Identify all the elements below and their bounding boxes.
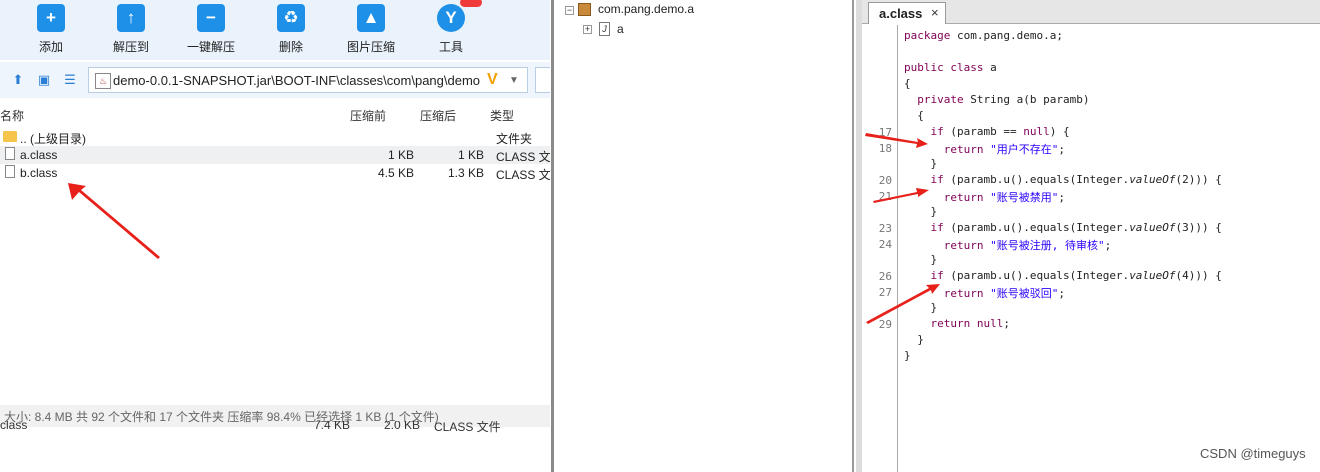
code-line: }: [904, 301, 938, 314]
jar-file-icon: ♨: [95, 73, 111, 89]
package-tree: − com.pang.demo.a + J a: [551, 0, 854, 472]
code-line: return "用户不存在";: [943, 143, 1065, 156]
up-arrow-icon[interactable]: ⬆: [10, 72, 26, 88]
delete-button[interactable]: ♻ 删除: [256, 2, 326, 58]
file-row-a-class[interactable]: a.class 1 KB 1 KB CLASS 文件: [0, 146, 563, 164]
tools-button[interactable]: Y 工具: [416, 0, 486, 58]
source-code[interactable]: package com.pang.demo.a; public class a{ …: [862, 0, 1320, 472]
image-compress-icon: ▲: [357, 4, 385, 32]
thumbnail-view-icon[interactable]: ▣: [36, 72, 52, 88]
path-input[interactable]: ♨ demo-0.0.1-SNAPSHOT.jar\BOOT-INF\class…: [88, 67, 528, 93]
java-class-icon: J: [599, 22, 610, 36]
code-line: if (paramb.u().equals(Integer.valueOf(2)…: [930, 173, 1222, 186]
one-click-extract-icon: −: [197, 4, 225, 32]
tools-icon: Y: [437, 4, 465, 32]
watermark: CSDN @timeguys: [1200, 446, 1306, 461]
code-line: }: [904, 253, 938, 266]
code-line: private String a(b paramb): [917, 93, 1090, 106]
column-type[interactable]: 类型: [490, 107, 514, 124]
one-click-extract-button[interactable]: − 一键解压: [176, 2, 246, 58]
recycle-icon: ♻: [277, 4, 305, 32]
image-compress-button[interactable]: ▲ 图片压缩: [336, 2, 406, 58]
archive-window: + 添加 ↑ 解压到 − 一键解压 ♻ 删除 ▲ 图片压缩 Y 工具 ⬆ ▣ ☰…: [0, 0, 563, 472]
code-line: return "账号被注册, 待审核";: [943, 239, 1112, 252]
plus-icon: +: [37, 4, 65, 32]
new-badge: [460, 0, 482, 7]
collapse-icon[interactable]: −: [565, 6, 574, 15]
package-icon: [578, 3, 591, 16]
code-line: package com.pang.demo.a;: [904, 29, 1063, 42]
code-line: }: [904, 157, 938, 170]
expand-icon[interactable]: +: [583, 25, 592, 34]
code-line: {: [904, 77, 911, 90]
tree-package-label[interactable]: com.pang.demo.a: [598, 2, 694, 16]
tree-class-label[interactable]: a: [617, 22, 624, 36]
column-name[interactable]: 名称: [0, 107, 24, 124]
address-bar: ⬆ ▣ ☰ ♨ demo-0.0.1-SNAPSHOT.jar\BOOT-INF…: [0, 62, 550, 98]
code-line: return null;: [930, 317, 1011, 330]
file-icon: [5, 147, 15, 160]
brand-v-icon: V: [487, 71, 498, 88]
background-row: class 7.4 KB 2.0 KB CLASS 文件: [0, 421, 501, 434]
search-box[interactable]: [535, 67, 550, 93]
code-line: {: [904, 109, 924, 122]
file-row-parent[interactable]: .. (上级目录) 文件夹: [0, 128, 550, 146]
add-button[interactable]: + 添加: [16, 2, 86, 58]
extract-to-icon: ↑: [117, 4, 145, 32]
chevron-down-icon[interactable]: ▼: [509, 71, 519, 91]
code-line: return "账号被禁用";: [943, 191, 1065, 204]
code-line: return "账号被驳回";: [943, 287, 1065, 300]
code-line: }: [904, 205, 938, 218]
column-before[interactable]: 压缩前: [350, 107, 386, 124]
folder-icon: [3, 131, 17, 142]
column-after[interactable]: 压缩后: [420, 107, 456, 124]
code-line: }: [904, 333, 924, 346]
file-icon: [5, 165, 15, 178]
extract-to-button[interactable]: ↑ 解压到: [96, 2, 166, 58]
code-line: if (paramb.u().equals(Integer.valueOf(4)…: [930, 269, 1222, 282]
code-line: public class a: [904, 61, 997, 74]
code-line: if (paramb.u().equals(Integer.valueOf(3)…: [930, 221, 1222, 234]
archive-toolbar: + 添加 ↑ 解压到 − 一键解压 ♻ 删除 ▲ 图片压缩 Y 工具: [0, 0, 550, 60]
code-line: if (paramb == null) {: [930, 125, 1070, 138]
file-row-b-class[interactable]: b.class 4.5 KB 1.3 KB CLASS 文件: [0, 164, 563, 182]
code-line: }: [904, 349, 911, 362]
column-header: 名称 压缩前 压缩后 类型: [0, 104, 550, 124]
code-editor: a.class × 17 18 20 21 23 24 26 27 29 pac…: [856, 0, 1320, 472]
list-view-icon[interactable]: ☰: [62, 72, 78, 88]
